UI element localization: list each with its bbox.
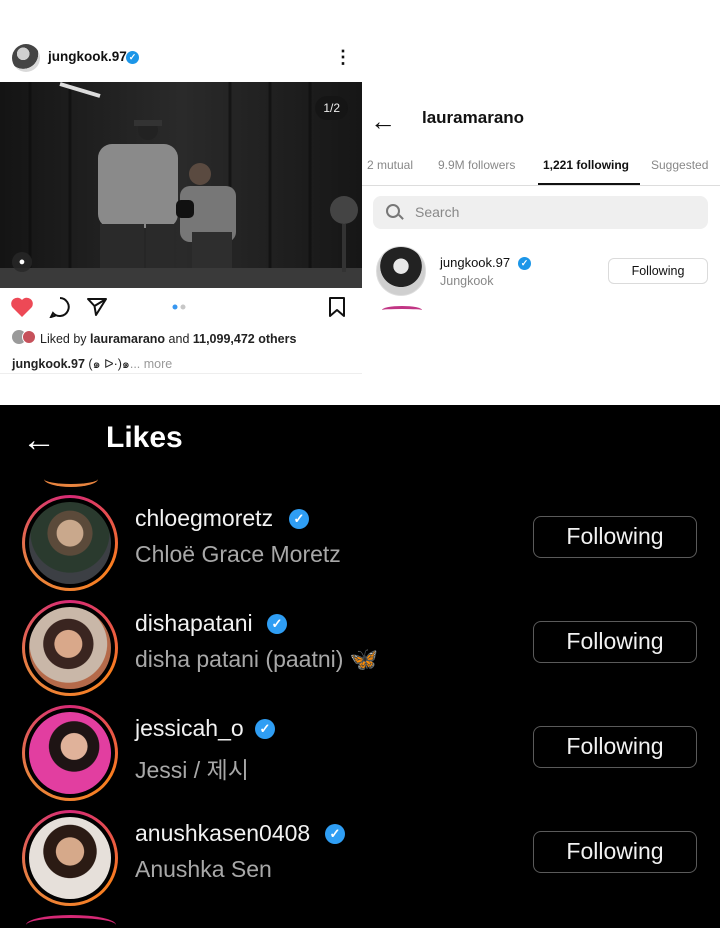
list-item[interactable]: anushkasen0408 ✓ Anushka Sen Following <box>0 810 720 910</box>
list-item-fullname: Jungkook <box>440 274 494 288</box>
verified-badge-icon: ✓ <box>289 509 309 529</box>
avatar-ring-peek <box>44 471 98 487</box>
likes-count[interactable]: 11,099,472 others <box>193 332 297 346</box>
carousel-dots <box>172 304 186 310</box>
post-panel: jungkook.97 ✓ ⋮ 1/2 ● Liked by lauramara… <box>0 0 362 405</box>
send-icon[interactable] <box>86 296 108 318</box>
verified-badge-icon: ✓ <box>126 51 139 64</box>
post-photo <box>0 82 362 288</box>
avatar <box>29 712 111 794</box>
list-item[interactable]: dishapatani ✓ disha patani (paatni) 🦋 Fo… <box>0 600 720 700</box>
avatar-ring-peek <box>26 915 116 928</box>
verified-badge-icon: ✓ <box>267 614 287 634</box>
caption-text: (๑ ᐅ·)๑ <box>84 357 130 371</box>
story-ring[interactable] <box>22 810 118 906</box>
list-item-username[interactable]: jessicah_o <box>135 715 244 742</box>
verified-badge-icon: ✓ <box>325 824 345 844</box>
list-item-fullname: Anushka Sen <box>135 856 272 882</box>
tab-following[interactable]: 1,221 following <box>543 158 629 172</box>
list-item[interactable]: jessicah_o ✓ Jessi / 제시 Following <box>0 705 720 805</box>
story-ring[interactable] <box>22 600 118 696</box>
post-author-avatar[interactable] <box>12 44 40 72</box>
avatar[interactable] <box>376 246 426 296</box>
liker-avatar <box>22 330 36 344</box>
tab-suggested[interactable]: Suggested <box>651 158 708 172</box>
post-header: jungkook.97 ✓ ⋮ <box>0 36 362 80</box>
back-arrow-icon[interactable]: ← <box>370 106 396 137</box>
story-ring[interactable] <box>22 495 118 591</box>
avatar <box>29 817 111 899</box>
profile-username: lauramarano <box>422 108 525 127</box>
avatar <box>29 502 111 584</box>
back-arrow-icon[interactable]: ← <box>22 421 56 459</box>
caption-more-link[interactable]: ... more <box>130 357 172 371</box>
page-title: Likes <box>106 421 183 454</box>
post-caption: jungkook.97 (๑ ᐅ·)๑... more <box>12 354 172 374</box>
list-item-username[interactable]: dishapatani <box>135 610 253 637</box>
person-tag-icon[interactable]: ● <box>12 252 32 272</box>
tab-followers[interactable]: 9.9M followers <box>438 158 515 172</box>
carousel-page-indicator: 1/2 <box>315 96 348 120</box>
active-tab-indicator <box>538 183 640 185</box>
tab-mutual[interactable]: 2 mutual <box>367 158 413 172</box>
following-panel: ← lauramarano 2 mutual 9.9M followers 1,… <box>362 0 720 405</box>
following-button[interactable]: Following <box>608 258 708 284</box>
following-button[interactable]: Following <box>533 516 697 558</box>
search-icon <box>386 204 400 218</box>
list-item-username[interactable]: jungkook.97 <box>440 255 510 270</box>
following-button[interactable]: Following <box>533 831 697 873</box>
list-item[interactable]: jungkook.97 ✓ Jungkook Following <box>362 244 720 300</box>
comment-icon[interactable] <box>49 296 71 318</box>
liked-by-username[interactable]: lauramarano <box>90 332 165 346</box>
avatar-ring-peek <box>382 306 422 314</box>
divider <box>0 373 362 374</box>
verified-badge-icon: ✓ <box>255 719 275 739</box>
heart-icon[interactable] <box>10 296 34 318</box>
avatar <box>29 607 111 689</box>
post-author-username[interactable]: jungkook.97 <box>48 49 127 64</box>
list-item-fullname: Jessi / 제시 <box>135 757 249 783</box>
likes-panel: ← Likes chloegmoretz ✓ Chloë Grace Moret… <box>0 405 720 928</box>
list-item[interactable]: chloegmoretz ✓ Chloë Grace Moretz Follow… <box>0 495 720 595</box>
bookmark-icon[interactable] <box>328 296 346 318</box>
verified-badge-icon: ✓ <box>518 257 531 270</box>
likes-summary[interactable]: Liked by lauramarano and 11,099,472 othe… <box>12 330 297 346</box>
follow-tabs: 2 mutual 9.9M followers 1,221 following … <box>362 150 720 186</box>
story-ring[interactable] <box>22 705 118 801</box>
caption-username[interactable]: jungkook.97 <box>12 357 85 371</box>
search-placeholder: Search <box>415 204 460 220</box>
search-input[interactable]: Search <box>373 196 708 229</box>
list-item-fullname: Chloë Grace Moretz <box>135 541 341 567</box>
following-button[interactable]: Following <box>533 621 697 663</box>
following-button[interactable]: Following <box>533 726 697 768</box>
post-action-bar <box>0 292 362 324</box>
post-media[interactable]: 1/2 ● <box>0 82 362 288</box>
list-item-fullname: disha patani (paatni) 🦋 <box>135 646 379 672</box>
list-item-username[interactable]: chloegmoretz <box>135 505 273 532</box>
likes-conjunction: and <box>165 332 193 346</box>
list-item-username[interactable]: anushkasen0408 <box>135 820 310 847</box>
more-options-icon[interactable]: ⋮ <box>334 46 352 68</box>
